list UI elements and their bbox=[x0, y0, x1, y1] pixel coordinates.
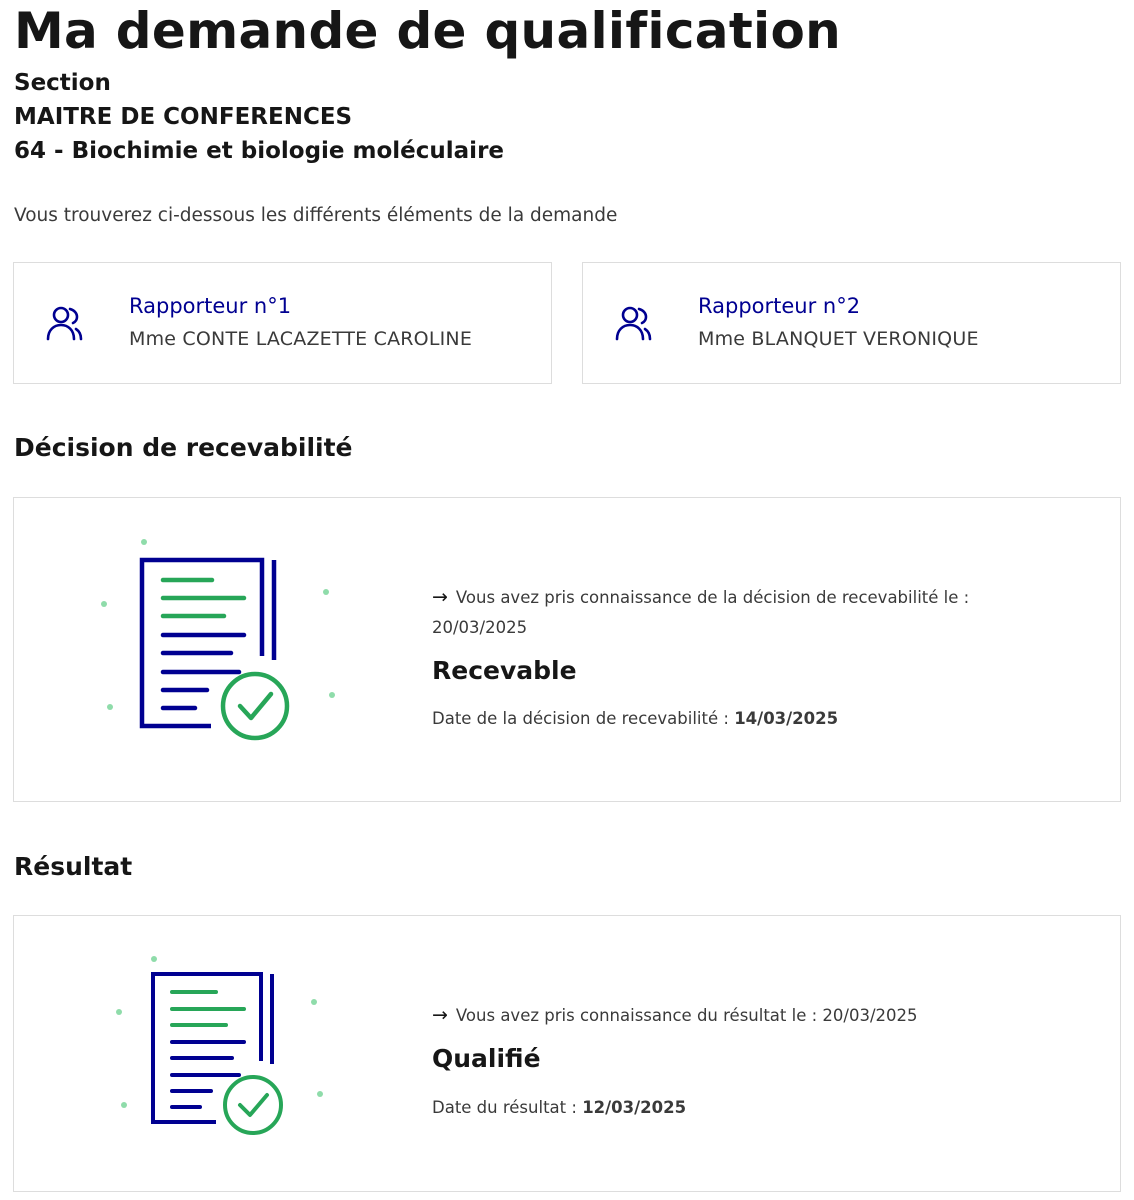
arrow-right-icon: → bbox=[432, 1004, 448, 1026]
recevabilite-date: Date de la décision de recevabilité : 14… bbox=[432, 709, 838, 728]
intro-text: Vous trouverez ci-dessous les différents… bbox=[14, 205, 618, 226]
resultat-date-value: 12/03/2025 bbox=[582, 1098, 687, 1117]
recevabilite-status: Recevable bbox=[432, 656, 577, 685]
resultat-date: Date du résultat : 12/03/2025 bbox=[432, 1098, 686, 1117]
section-label: Section bbox=[14, 70, 111, 96]
corps-label: MAITRE DE CONFERENCES bbox=[14, 104, 353, 130]
resultat-status: Qualifié bbox=[432, 1044, 541, 1073]
rapporteur-name: Mme CONTE LACAZETTE CAROLINE bbox=[129, 328, 473, 350]
rapporteur-title: Rapporteur n°2 bbox=[698, 294, 861, 318]
recevabilite-ack-text: Vous avez pris connaissance de la décisi… bbox=[455, 588, 970, 607]
rapporteur-name: Mme BLANQUET VERONIQUE bbox=[698, 328, 979, 350]
arrow-right-icon: → bbox=[432, 586, 448, 608]
resultat-card: → Vous avez pris connaissance du résultat… bbox=[13, 915, 1121, 1192]
document-check-icon bbox=[99, 536, 344, 750]
users-icon bbox=[615, 305, 653, 343]
section-name: 64 - Biochimie et biologie moléculaire bbox=[14, 138, 505, 164]
resultat-ack: → Vous avez pris connaissance du résultat… bbox=[432, 1000, 918, 1031]
rapporteur-title: Rapporteur n°1 bbox=[129, 294, 292, 318]
recevabilite-date-label: Date de la décision de recevabilité : bbox=[432, 709, 729, 728]
recevabilite-ack-date: 20/03/2025 bbox=[432, 618, 528, 637]
recevabilite-date-value: 14/03/2025 bbox=[734, 709, 839, 728]
recevabilite-ack: → Vous avez pris connaissance de la décis… bbox=[432, 582, 969, 643]
recevabilite-heading: Décision de recevabilité bbox=[14, 433, 353, 462]
page-title: Ma demande de qualification bbox=[14, 2, 842, 60]
resultat-ack-text: Vous avez pris connaissance du résultat … bbox=[455, 1006, 918, 1025]
recevabilite-card: → Vous avez pris connaissance de la décis… bbox=[13, 497, 1121, 802]
resultat-heading: Résultat bbox=[14, 852, 133, 881]
rapporteur-card-2: Rapporteur n°2 Mme BLANQUET VERONIQUE bbox=[582, 262, 1121, 384]
document-check-icon bbox=[114, 954, 334, 1148]
users-icon bbox=[46, 305, 84, 343]
rapporteur-card-1: Rapporteur n°1 Mme CONTE LACAZETTE CAROL… bbox=[13, 262, 552, 384]
resultat-date-label: Date du résultat : bbox=[432, 1098, 577, 1117]
